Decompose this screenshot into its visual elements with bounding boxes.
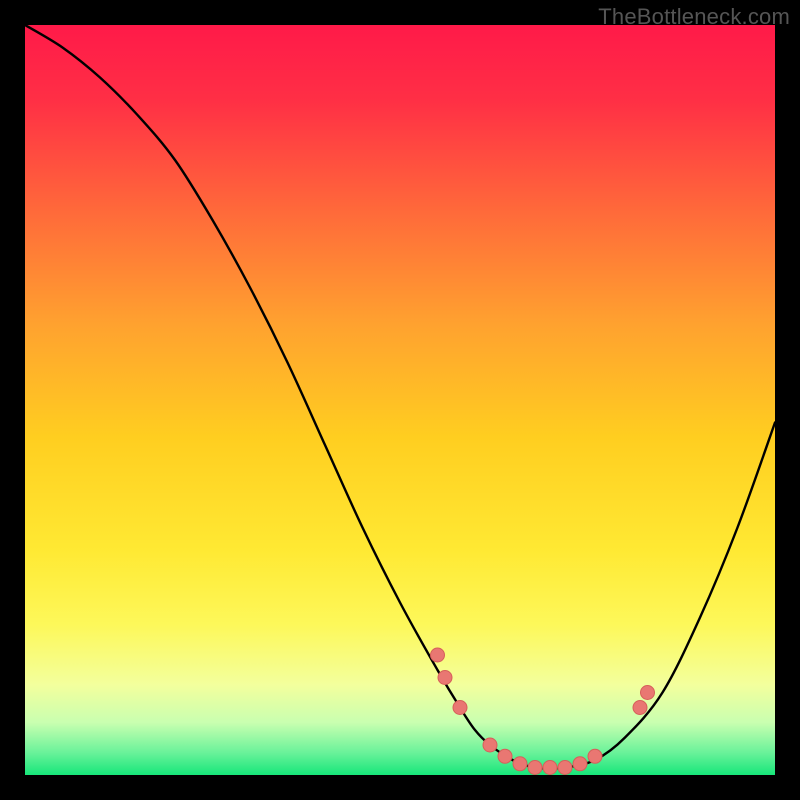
chart-svg: [25, 25, 775, 775]
curve-marker: [543, 761, 557, 775]
watermark-label: TheBottleneck.com: [598, 4, 790, 30]
plot-area: [25, 25, 775, 775]
chart-frame: TheBottleneck.com: [0, 0, 800, 800]
curve-marker: [558, 761, 572, 775]
curve-marker: [641, 686, 655, 700]
curve-marker: [513, 757, 527, 771]
curve-marker: [528, 761, 542, 775]
curve-marker: [431, 648, 445, 662]
curve-marker: [633, 701, 647, 715]
curve-marker: [498, 749, 512, 763]
curve-marker: [573, 757, 587, 771]
curve-marker: [453, 701, 467, 715]
gradient-background: [25, 25, 775, 775]
curve-marker: [588, 749, 602, 763]
curve-marker: [438, 671, 452, 685]
curve-marker: [483, 738, 497, 752]
